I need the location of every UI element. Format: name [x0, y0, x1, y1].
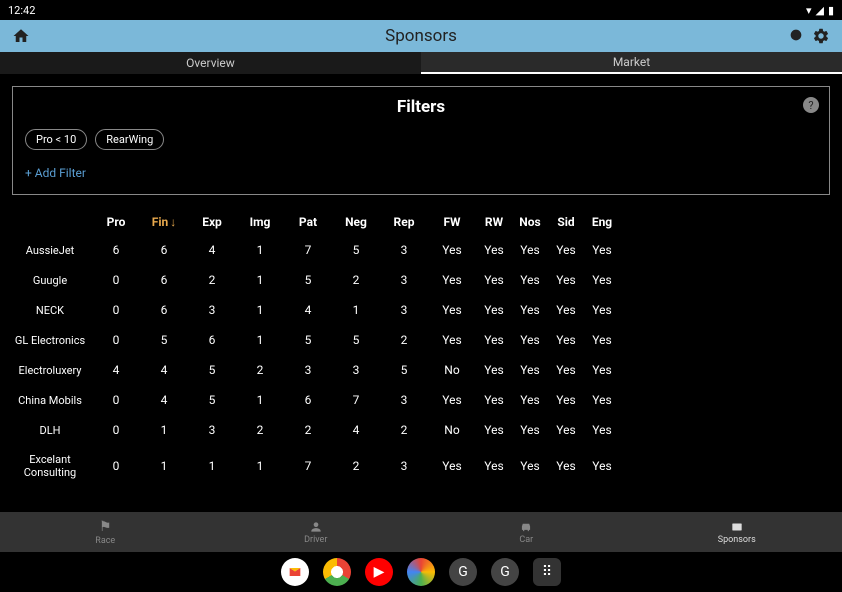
sponsor-name: Guugle	[12, 274, 92, 287]
app-drawer-icon[interactable]: ⠿	[533, 558, 561, 586]
person-icon	[309, 520, 323, 534]
sponsor-name: China Mobils	[12, 394, 92, 407]
nav-driver[interactable]: Driver	[211, 512, 422, 552]
table-row[interactable]: China Mobils0451673YesYesYesYesYes	[12, 385, 830, 415]
table-row[interactable]: Guugle0621523YesYesYesYesYes	[12, 265, 830, 295]
filters-panel: Filters ? Pro < 10 RearWing + Add Filter	[12, 86, 830, 195]
help-icon[interactable]: ?	[803, 97, 819, 113]
wifi-icon: ▾	[806, 4, 812, 17]
page-title: Sponsors	[385, 26, 457, 46]
tab-market[interactable]: Market	[421, 52, 842, 74]
app-bar: Sponsors	[0, 20, 842, 52]
app-icon-1[interactable]: G	[449, 558, 477, 586]
col-nos[interactable]: Nos	[512, 215, 548, 229]
nav-car[interactable]: Car	[421, 512, 632, 552]
tab-overview[interactable]: Overview	[0, 52, 421, 74]
nav-sponsors[interactable]: Sponsors	[632, 512, 842, 552]
table-row[interactable]: DLH0132242NoYesYesYesYes	[12, 415, 830, 445]
table-header: Pro Fin↓ Exp Img Pat Neg Rep FW RW Nos S…	[12, 209, 830, 235]
sponsors-table: Pro Fin↓ Exp Img Pat Neg Rep FW RW Nos S…	[12, 209, 830, 487]
filter-chip-pro[interactable]: Pro < 10	[25, 129, 87, 150]
photos-icon[interactable]	[407, 558, 435, 586]
col-fw[interactable]: FW	[428, 215, 476, 229]
home-icon[interactable]	[12, 27, 30, 45]
col-exp[interactable]: Exp	[188, 215, 236, 229]
gmail-icon[interactable]	[281, 558, 309, 586]
filters-title: Filters	[25, 97, 817, 117]
sponsor-name: Electroluxery	[12, 364, 92, 377]
app-icon-2[interactable]: G	[491, 558, 519, 586]
status-icons: ▾ ◢ ▮	[806, 4, 834, 17]
col-eng[interactable]: Eng	[584, 215, 620, 229]
youtube-icon[interactable]: ▶	[365, 558, 393, 586]
tabs: Overview Market	[0, 52, 842, 74]
col-rep[interactable]: Rep	[380, 215, 428, 229]
status-time: 12:42	[8, 4, 35, 17]
battery-icon: ▮	[828, 4, 834, 17]
col-neg[interactable]: Neg	[332, 215, 380, 229]
flag-icon: ⚑	[99, 519, 112, 535]
bug-icon[interactable]	[788, 27, 804, 45]
sponsor-name: DLH	[12, 424, 92, 437]
col-pro[interactable]: Pro	[92, 215, 140, 229]
settings-icon[interactable]	[812, 27, 830, 45]
chrome-icon[interactable]	[323, 558, 351, 586]
sponsor-name: AussieJet	[12, 244, 92, 257]
col-fin-sorted[interactable]: Fin↓	[140, 215, 188, 229]
col-pat[interactable]: Pat	[284, 215, 332, 229]
col-img[interactable]: Img	[236, 215, 284, 229]
sponsor-name: GL Electronics	[12, 334, 92, 347]
bottom-nav: ⚑ Race Driver Car Sponsors	[0, 512, 842, 552]
table-row[interactable]: Electroluxery4452335NoYesYesYesYes	[12, 355, 830, 385]
col-rw[interactable]: RW	[476, 215, 512, 229]
system-nav: ▶ G G ⠿	[0, 552, 842, 592]
table-row[interactable]: GL Electronics0561552YesYesYesYesYes	[12, 325, 830, 355]
signal-icon: ◢	[815, 4, 823, 17]
sponsor-name: Excelant Consulting	[12, 453, 92, 479]
col-sid[interactable]: Sid	[548, 215, 584, 229]
table-row[interactable]: NECK0631413YesYesYesYesYes	[12, 295, 830, 325]
status-bar: 12:42 ▾ ◢ ▮	[0, 0, 842, 20]
nav-race[interactable]: ⚑ Race	[0, 512, 211, 552]
sponsor-name: NECK	[12, 304, 92, 317]
add-filter-button[interactable]: + Add Filter	[25, 166, 817, 180]
car-icon	[519, 520, 533, 534]
sort-down-icon: ↓	[170, 215, 176, 229]
filter-chip-rearwing[interactable]: RearWing	[95, 129, 164, 150]
table-row[interactable]: AussieJet6641753YesYesYesYesYes	[12, 235, 830, 265]
sponsors-icon	[730, 520, 744, 534]
table-row[interactable]: Excelant Consulting0111723YesYesYesYesYe…	[12, 445, 830, 487]
